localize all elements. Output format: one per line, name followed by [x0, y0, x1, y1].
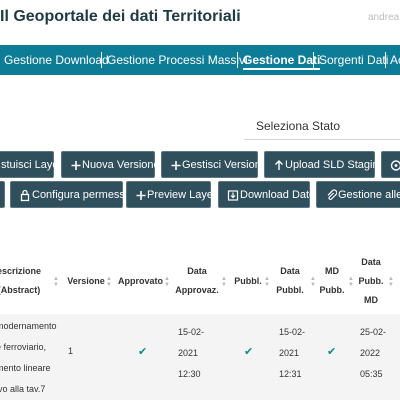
page-title: Il Geoportale dei dati Territoriali	[0, 8, 241, 25]
download-data-button[interactable]: Download Dato	[218, 181, 315, 208]
approved-check-icon: ✔	[138, 346, 148, 358]
column-header-description[interactable]: escrizione (Abstract)	[0, 262, 42, 300]
upload-icon	[275, 160, 283, 170]
sort-icon[interactable]: ▲ ▼	[106, 276, 112, 288]
cell-md-publish-date: 25-02- 2022 05:35	[360, 327, 387, 379]
sort-icon[interactable]: ▲ ▼	[310, 276, 316, 288]
app-header: Il Geoportale dei dati Territoriali andr…	[0, 0, 400, 40]
table-row[interactable]: modernamento e ferroviario, mento linear…	[0, 314, 400, 400]
cell-description: modernamento e ferroviario, mento linear…	[0, 321, 57, 394]
nav-gestione-dati[interactable]: Gestione Dati	[243, 45, 321, 75]
column-header-approval-date[interactable]: Data Approvaz.	[174, 262, 220, 300]
sort-icon[interactable]: ▲ ▼	[221, 276, 227, 288]
column-header-md-published[interactable]: MD Pubb.	[318, 262, 346, 300]
nav-gestione-download[interactable]: Gestione Download	[4, 45, 109, 75]
upload-sld-staging-button[interactable]: Upload SLD Staging	[264, 151, 385, 178]
md-published-check-icon: ✔	[327, 346, 337, 358]
cell-approval-date: 15-02- 2021 12:30	[178, 327, 205, 379]
nav-truncated-item[interactable]: Ac	[390, 45, 400, 75]
nav-gestione-dati-label: Gestione Dati	[243, 53, 321, 70]
nav-divider	[385, 52, 386, 68]
column-header-version[interactable]: Versione	[66, 272, 106, 291]
published-check-icon: ✔	[244, 346, 254, 358]
configure-permissions-button[interactable]: Configura permessi	[10, 181, 127, 208]
cell-version: 1	[68, 346, 74, 356]
sort-icon[interactable]: ▲ ▼	[164, 276, 170, 288]
column-header-published[interactable]: Pubbl.	[232, 272, 264, 291]
nav-sorgenti-dati[interactable]: Sorgenti Dati	[319, 45, 388, 75]
preview-layer-button[interactable]: Preview Layer	[126, 181, 217, 208]
manage-attachments-button[interactable]: Gestione allega	[316, 181, 400, 208]
cell-publish-date: 15-02- 2021 12:31	[279, 327, 306, 379]
restore-layer-button[interactable]: stuisci Layer	[0, 151, 62, 178]
main-nav: Gestione Download Gestione Processi Mass…	[0, 45, 400, 75]
nav-divider	[101, 52, 102, 68]
column-header-publish-date[interactable]: Data Pubbl.	[273, 262, 307, 300]
sort-icon[interactable]: ▲ ▼	[388, 276, 394, 288]
state-select-placeholder: Seleziona Stato	[256, 119, 341, 133]
column-header-md-publish-date[interactable]: Data Pubb. MD	[358, 253, 384, 310]
nav-gestione-processi-massivi[interactable]: Gestione Processi Massivi	[107, 45, 248, 75]
sort-icon[interactable]: ▲ ▼	[53, 276, 59, 288]
user-label[interactable]: andrea	[368, 12, 399, 23]
sort-icon[interactable]: ▲ ▼	[264, 276, 270, 288]
column-header-approved[interactable]: Approvato	[118, 272, 163, 291]
table-header: escrizione (Abstract) ▲ ▼ Versione ▲ ▼ App…	[0, 250, 400, 315]
nav-divider	[313, 52, 314, 68]
plus-icon	[136, 191, 146, 200]
download-icon	[227, 190, 239, 201]
plus-icon	[71, 161, 81, 170]
new-version-button[interactable]: Nuova Versione	[61, 151, 160, 178]
paperclip-icon	[327, 189, 337, 200]
lock-icon	[20, 189, 30, 202]
truncated-button[interactable]	[0, 181, 5, 208]
plus-icon	[171, 161, 181, 170]
settings-icon	[390, 160, 400, 171]
state-select[interactable]: Seleziona Stato	[244, 115, 400, 140]
nav-divider	[237, 52, 238, 68]
settings-button[interactable]	[381, 151, 400, 178]
manage-versions-button[interactable]: Gestisci Versioni	[161, 151, 263, 178]
sort-icon[interactable]: ▲ ▼	[348, 276, 354, 288]
